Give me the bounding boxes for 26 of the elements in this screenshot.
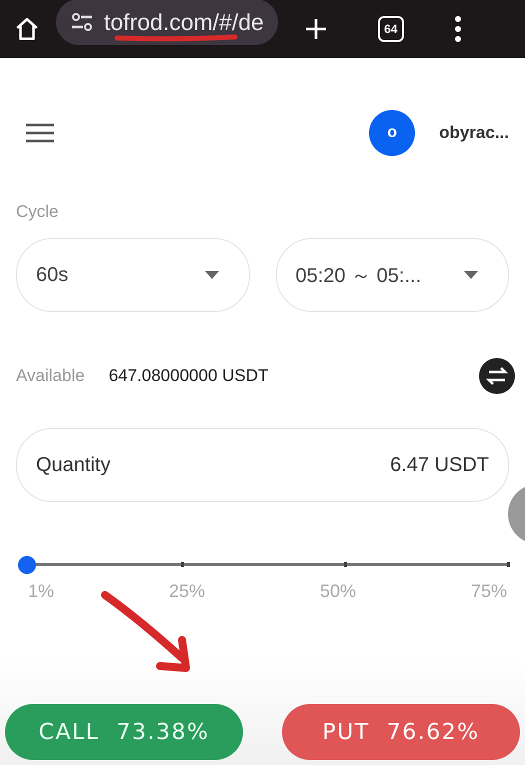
swap-icon[interactable] (479, 358, 515, 394)
quantity-field[interactable]: Quantity 6.47 USDT (16, 428, 509, 502)
more-icon[interactable] (454, 16, 462, 42)
caret-icon (464, 271, 478, 279)
dropdown[interactable]: 60s (16, 238, 250, 312)
site-settings-icon[interactable] (70, 12, 94, 32)
percent-slider[interactable] (18, 556, 507, 574)
cycle-label: Cycle (16, 202, 60, 222)
slider-tick-label: 25% (168, 581, 205, 602)
username: obyrac... (439, 123, 509, 143)
address-bar[interactable]: tofrod.com/#/de (56, 0, 278, 45)
url-text: tofrod.com/#/de (104, 10, 264, 34)
menu-icon[interactable] (26, 123, 54, 143)
slider-tick-label: 75% (470, 581, 507, 602)
plus-icon[interactable] (304, 17, 328, 41)
available-balance: 647.08000000 USDT (108, 366, 268, 386)
tab-count[interactable]: 64 (378, 16, 404, 42)
dropdown[interactable]: 05:20 ～ 05:... (276, 238, 509, 312)
put-button[interactable]: PUT 76.62% (282, 704, 520, 760)
slider-tick-label: 1% (28, 581, 54, 602)
slider-thumb[interactable] (18, 556, 36, 574)
caret-icon (204, 271, 218, 279)
avatar[interactable]: o (369, 110, 416, 156)
slider-tick-label: 50% (320, 581, 356, 602)
available-label: Available (16, 366, 85, 386)
home-icon[interactable] (14, 16, 40, 42)
